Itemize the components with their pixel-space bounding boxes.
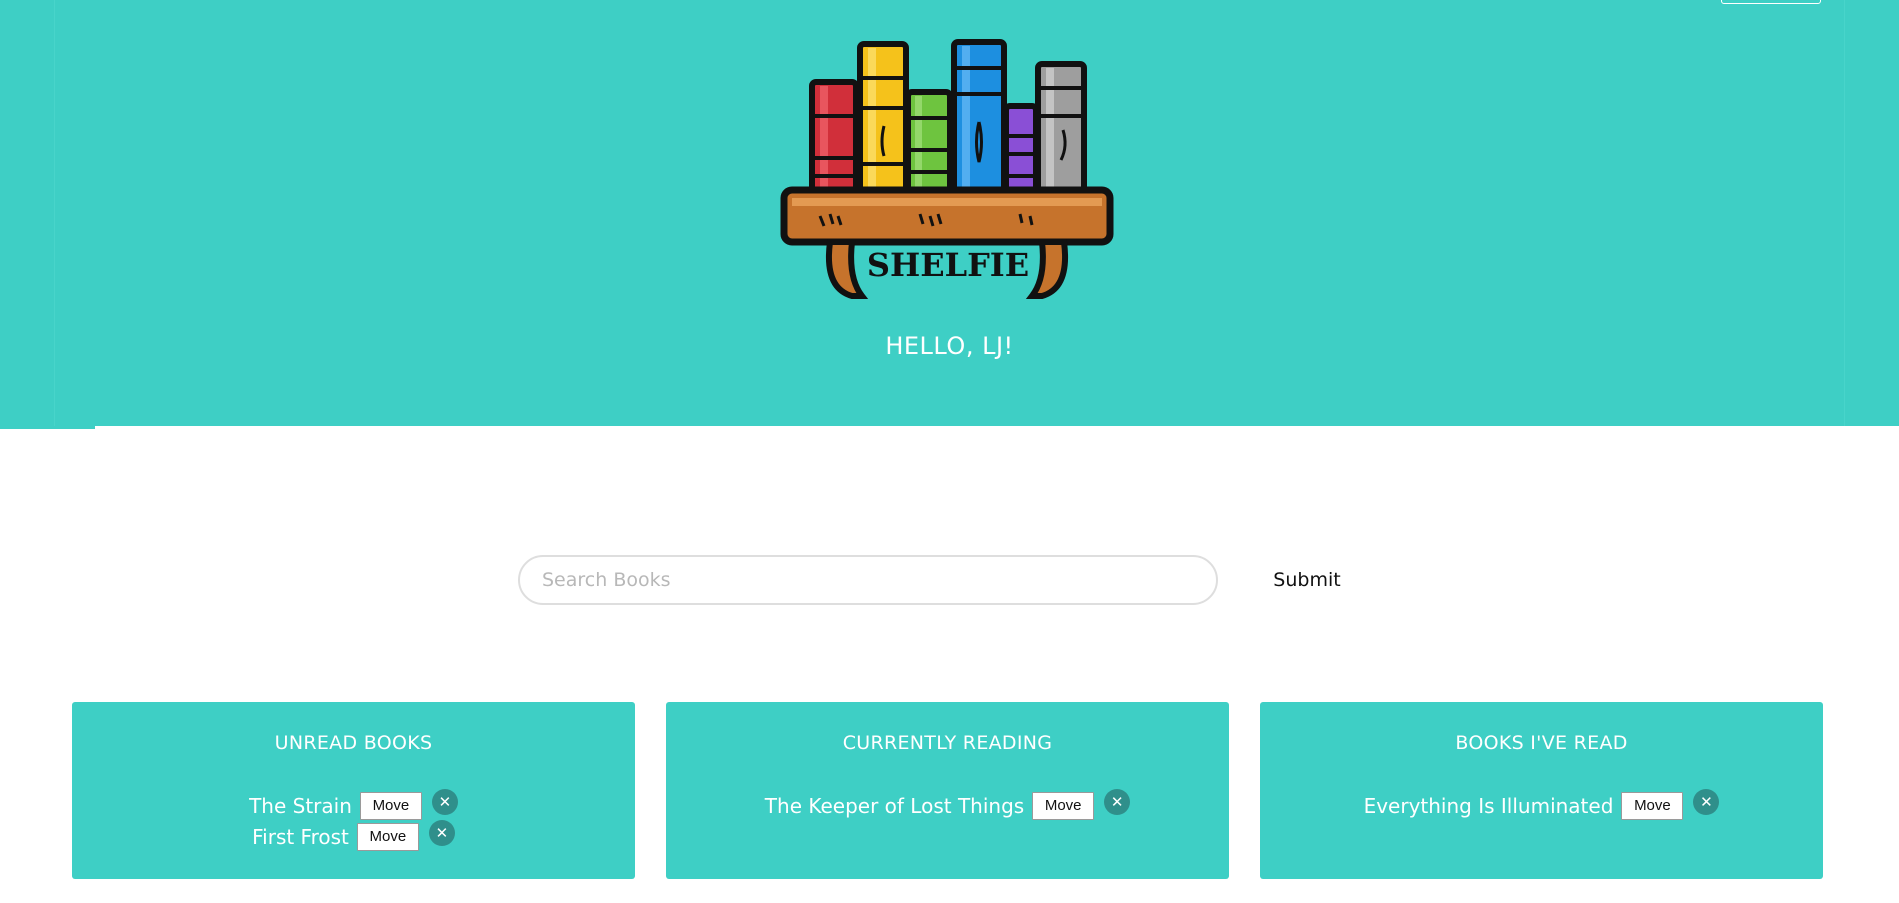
move-button[interactable]: Move <box>359 791 422 820</box>
book-item: The Strain Move ✕ <box>72 788 635 821</box>
close-icon[interactable]: ✕ <box>431 788 458 815</box>
logo-text: SHELFIE <box>867 246 1029 284</box>
shelf-unread: UNREAD BOOKS The Strain Move ✕ First Fro… <box>72 702 635 879</box>
move-button[interactable]: Move <box>1621 791 1684 820</box>
header-notch <box>0 426 95 429</box>
book-title: The Strain <box>249 793 352 818</box>
move-button[interactable]: Move <box>356 822 419 851</box>
close-icon[interactable]: ✕ <box>1693 788 1720 815</box>
book-item: Everything Is Illuminated Move ✕ <box>1260 788 1823 821</box>
book-item: The Keeper of Lost Things Move ✕ <box>666 788 1229 821</box>
book-title: First Frost <box>252 824 349 849</box>
close-icon[interactable]: ✕ <box>428 819 455 846</box>
shelf-title: UNREAD BOOKS <box>274 732 433 754</box>
close-icon[interactable]: ✕ <box>1104 788 1131 815</box>
search-input[interactable] <box>518 555 1218 605</box>
move-button[interactable]: Move <box>1032 791 1095 820</box>
book-title: The Keeper of Lost Things <box>764 793 1025 818</box>
shelfie-logo: SHELFIE <box>780 39 1114 299</box>
shelf-title: CURRENTLY READING <box>842 732 1053 754</box>
book-list: Everything Is Illuminated Move ✕ <box>1260 788 1823 821</box>
submit-button[interactable]: Submit <box>1262 560 1352 600</box>
header-banner: SHELFIE HELLO, LJ! <box>0 0 1899 426</box>
shelf-currently-reading: CURRENTLY READING The Keeper of Lost Thi… <box>666 702 1229 879</box>
shelf-title: BOOKS I'VE READ <box>1455 732 1628 754</box>
greeting-text: HELLO, LJ! <box>885 332 1014 360</box>
book-item: First Frost Move ✕ <box>72 819 635 852</box>
book-list: The Strain Move ✕ First Frost Move ✕ <box>72 788 635 852</box>
book-title: Everything Is Illuminated <box>1363 793 1614 818</box>
top-nav-button[interactable] <box>1721 0 1821 4</box>
book-list: The Keeper of Lost Things Move ✕ <box>666 788 1229 821</box>
shelf-books-read: BOOKS I'VE READ Everything Is Illuminate… <box>1260 702 1823 879</box>
